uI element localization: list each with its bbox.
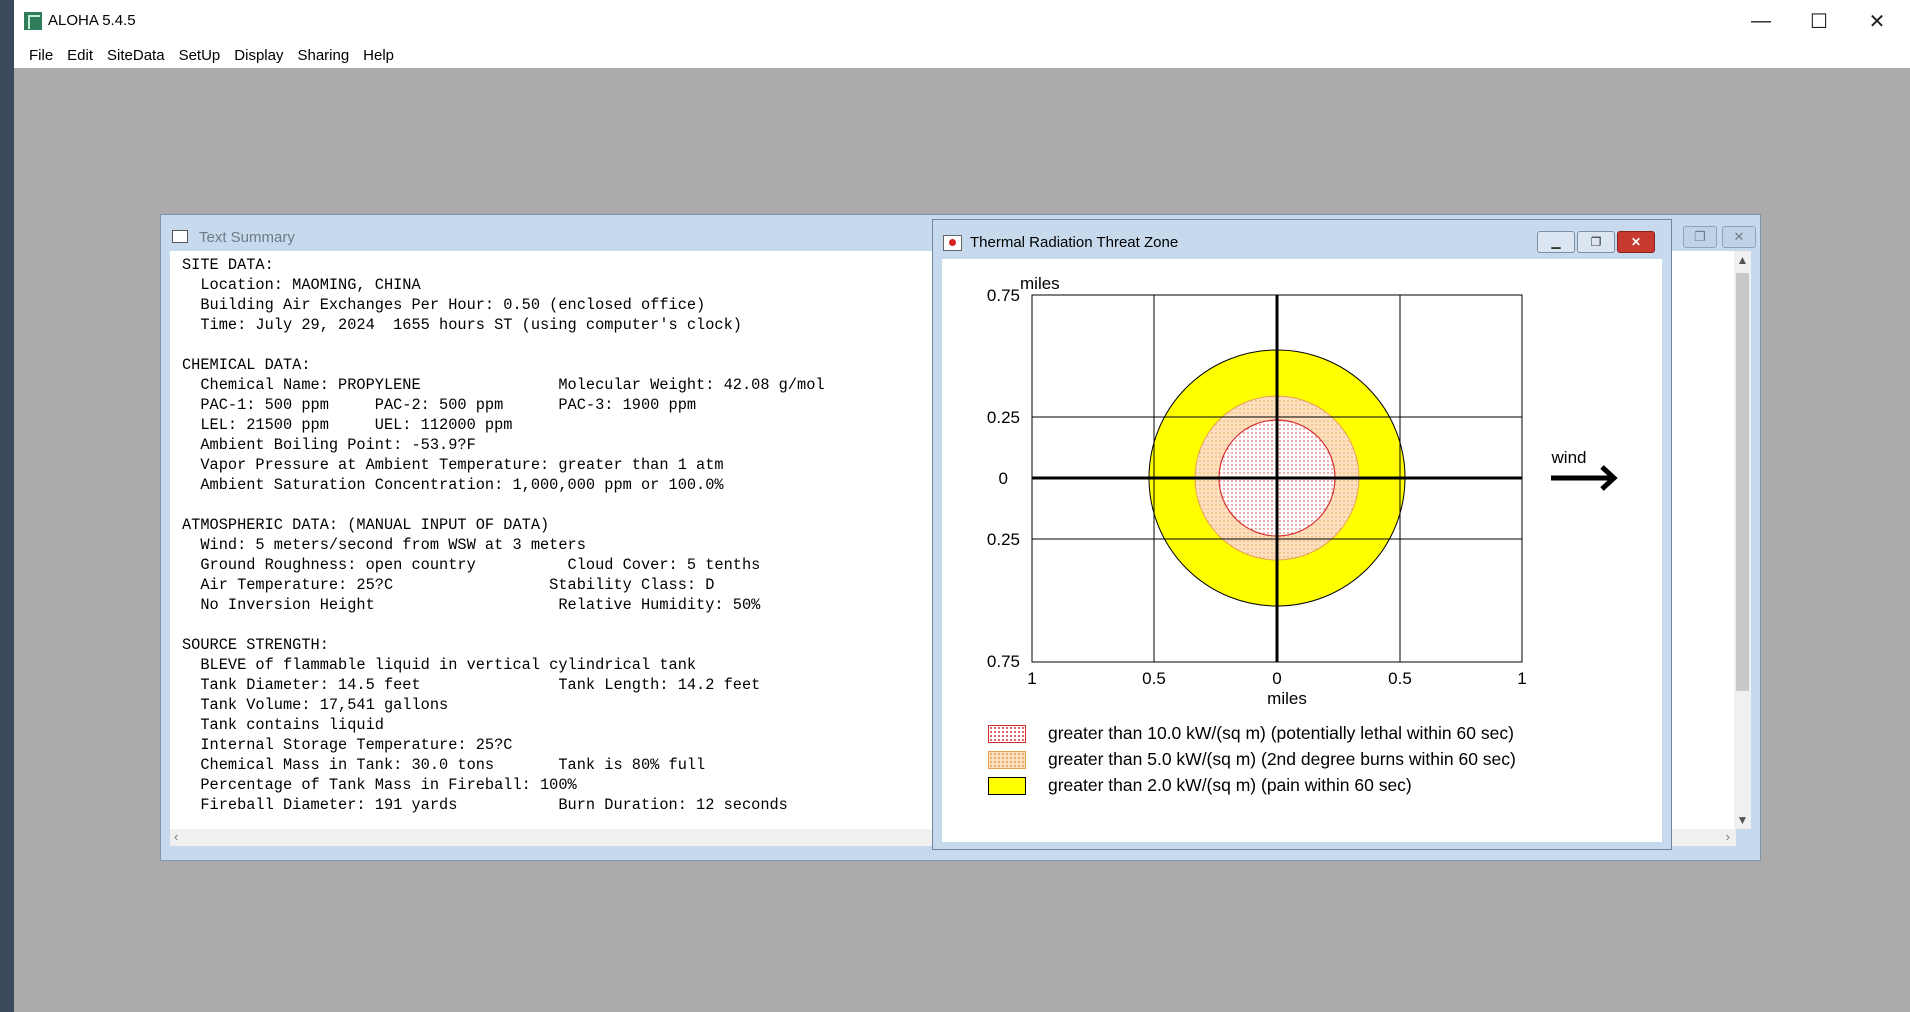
maximize-button[interactable]: ☐ (1790, 0, 1848, 42)
text-window-close-button[interactable]: ✕ (1722, 226, 1756, 248)
y-tick-label: 0 (999, 469, 1008, 488)
threat-minimize-button[interactable]: ▁ (1537, 231, 1575, 253)
threat-maximize-button[interactable]: ❐ (1577, 231, 1615, 253)
wind-arrow-icon (1551, 465, 1618, 491)
vertical-scrollbar[interactable]: ▲ ▼ (1734, 251, 1751, 829)
menu-sitedata[interactable]: SiteData (100, 47, 172, 64)
legend-label: greater than 2.0 kW/(sq m) (pain within … (1048, 775, 1412, 795)
scroll-down-icon[interactable]: ▼ (1734, 813, 1751, 827)
orange-zone-swatch (988, 751, 1026, 769)
x-axis-unit: miles (1267, 689, 1307, 708)
x-tick-label: 1 (1027, 669, 1036, 688)
threat-zone-title: Thermal Radiation Threat Zone (970, 234, 1179, 251)
text-summary-title: Text Summary (199, 229, 295, 246)
scroll-left-icon[interactable]: ‹ (174, 829, 178, 844)
menu-bar: File Edit SiteData SetUp Display Sharing… (14, 42, 1910, 68)
menu-help[interactable]: Help (356, 47, 401, 64)
aloha-app-window: ALOHA 5.4.5 — ☐ ✕ File Edit SiteData Set… (14, 0, 1910, 1012)
text-window-icon (172, 230, 188, 243)
app-title: ALOHA 5.4.5 (48, 12, 136, 29)
menu-setup[interactable]: SetUp (172, 47, 228, 64)
x-tick-label: 0.5 (1142, 669, 1166, 688)
scroll-thumb[interactable] (1736, 273, 1749, 691)
red-zone-swatch (988, 725, 1026, 743)
summary-text: SITE DATA: Location: MAOMING, CHINA Buil… (182, 256, 825, 814)
y-tick-label: 0.25 (987, 408, 1020, 427)
legend-label: greater than 10.0 kW/(sq m) (potentially… (1048, 723, 1514, 743)
threat-zone-titlebar[interactable]: Thermal Radiation Threat Zone ▁ ❐ ✕ (933, 220, 1671, 258)
legend-label: greater than 5.0 kW/(sq m) (2nd degree b… (1048, 749, 1516, 769)
y-tick-label: 0.75 (987, 652, 1020, 671)
text-window-restore-button[interactable]: ❐ (1683, 226, 1717, 248)
y-tick-label: 0.75 (987, 286, 1020, 305)
threat-close-button[interactable]: ✕ (1617, 231, 1655, 253)
menu-edit[interactable]: Edit (60, 47, 100, 64)
x-tick-label: 0.5 (1388, 669, 1412, 688)
menu-display[interactable]: Display (227, 47, 290, 64)
wind-label: wind (1551, 448, 1587, 467)
aloha-logo-icon (24, 12, 42, 30)
scroll-up-icon[interactable]: ▲ (1734, 253, 1751, 267)
y-axis-unit: miles (1020, 274, 1060, 293)
app-titlebar: ALOHA 5.4.5 — ☐ ✕ (14, 0, 1910, 42)
x-tick-label: 1 (1517, 669, 1526, 688)
y-tick-label: 0.25 (987, 530, 1020, 549)
threat-zone-window-icon (943, 235, 962, 251)
threat-zone-window: Thermal Radiation Threat Zone ▁ ❐ ✕ mile… (932, 219, 1672, 850)
yellow-zone-swatch (988, 777, 1026, 795)
minimize-button[interactable]: — (1732, 0, 1790, 42)
threat-zone-plot-area: miles 0.75 0.25 0 0.25 0.75 1 0.5 0 0.5 … (942, 259, 1662, 842)
menu-file[interactable]: File (22, 47, 60, 64)
x-tick-label: 0 (1272, 669, 1281, 688)
scroll-right-icon[interactable]: › (1726, 829, 1730, 844)
menu-sharing[interactable]: Sharing (290, 47, 356, 64)
close-button[interactable]: ✕ (1848, 0, 1906, 42)
